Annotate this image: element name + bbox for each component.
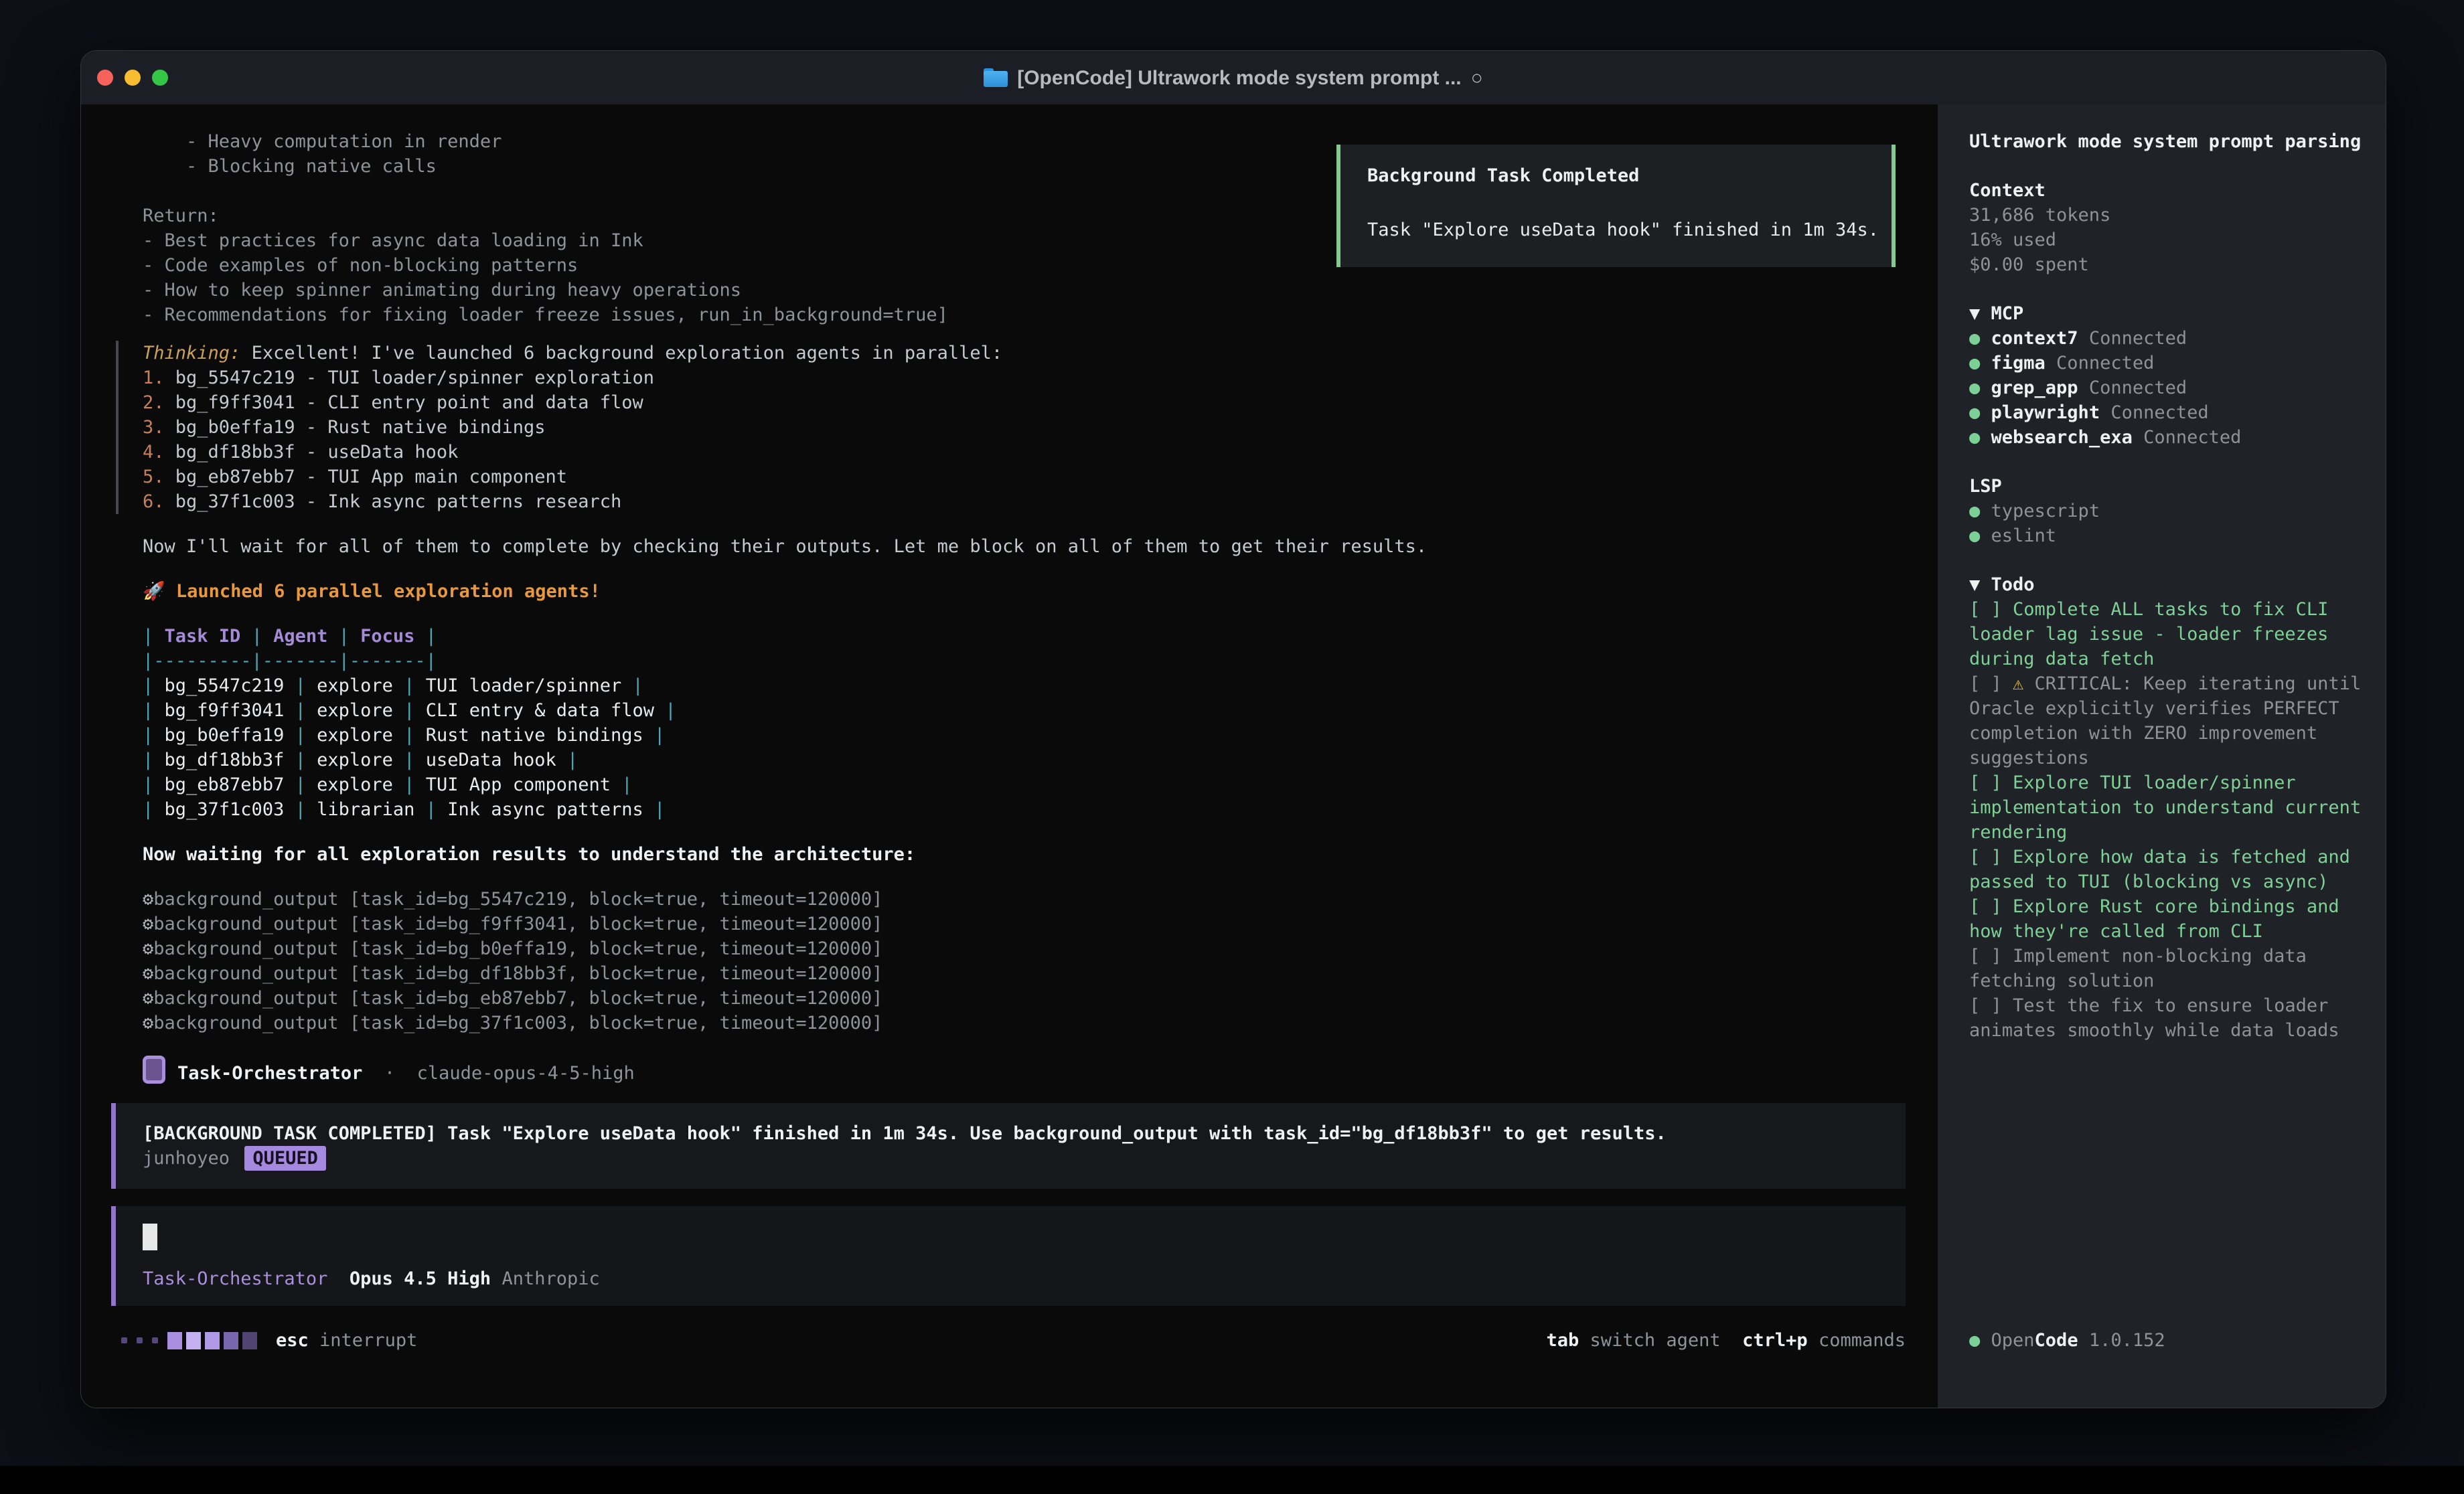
text-line: ▼ MCP: [1969, 301, 2367, 326]
input-agent-row: Task-Orchestrator Opus 4.5 High Anthropi…: [143, 1266, 1879, 1291]
text-line: [ ] ⚠ CRITICAL: Keep iterating until Ora…: [1969, 671, 2367, 770]
esc-hint: esc interrupt: [276, 1328, 417, 1353]
text-line: ● figma Connected: [1969, 351, 2367, 376]
zoom-button[interactable]: [152, 70, 168, 86]
text-line: Context: [1969, 178, 2367, 203]
text-cursor: [143, 1224, 157, 1250]
text-line: | bg_eb87ebb7 | explore | TUI App compon…: [143, 772, 1906, 797]
notification-title: Background Task Completed: [1367, 163, 1892, 188]
text-line: 4. bg_df18bb3f - useData hook: [143, 440, 1906, 465]
text-line: ⚙background_output [task_id=bg_eb87ebb7,…: [143, 986, 1906, 1011]
prompt-input-box[interactable]: Task-Orchestrator Opus 4.5 High Anthropi…: [111, 1206, 1906, 1306]
text-line: Background Task Completed: [1367, 163, 1892, 188]
context-section: Context31,686 tokens16% used$0.00 spent: [1969, 178, 2367, 277]
right-sidebar: Ultrawork mode system prompt parsing Con…: [1938, 104, 2386, 1408]
text-line: - How to keep spinner animating during h…: [143, 278, 1906, 303]
text-line: | Task ID | Agent | Focus |: [143, 624, 1906, 649]
folder-icon: [984, 68, 1008, 87]
text-line: [ ] Test the fix to ensure loader animat…: [1969, 993, 2367, 1043]
text-line: - Recommendations for fixing loader free…: [143, 303, 1906, 327]
thinking-block: Thinking: Excellent! I've launched 6 bac…: [116, 341, 1906, 514]
window-title-text: [OpenCode] Ultrawork mode system prompt …: [1017, 66, 1461, 90]
text-line: | bg_5547c219 | explore | TUI loader/spi…: [143, 673, 1906, 698]
text-line: |---------|-------|-------|: [143, 649, 1906, 673]
text-line: ● context7 Connected: [1969, 326, 2367, 351]
text-line: 2. bg_f9ff3041 - CLI entry point and dat…: [143, 390, 1906, 415]
text-line: | bg_37f1c003 | librarian | Ink async pa…: [143, 797, 1906, 822]
window-titlebar: [OpenCode] Ultrawork mode system prompt …: [81, 51, 2386, 104]
text-line: Now waiting for all exploration results …: [143, 842, 1906, 867]
text-line: ⚙background_output [task_id=bg_37f1c003,…: [143, 1011, 1906, 1035]
text-line: ● grep_app Connected: [1969, 376, 2367, 400]
terminal-window: [OpenCode] Ultrawork mode system prompt …: [80, 50, 2386, 1408]
text-line: 5. bg_eb87ebb7 - TUI App main component: [143, 465, 1906, 489]
keyboard-hints: tab switch agent ctrl+p commands: [1547, 1328, 1906, 1353]
status-bar: esc interrupt tab switch agent ctrl+p co…: [121, 1328, 1906, 1353]
text-line: ● OpenCode 1.0.152: [1969, 1328, 2165, 1353]
text-line: ● playwright Connected: [1969, 400, 2367, 425]
text-line: ● typescript: [1969, 499, 2367, 523]
opencode-version-footer: ● OpenCode 1.0.152: [1969, 1328, 2165, 1353]
window-title: [OpenCode] Ultrawork mode system prompt …: [984, 66, 1483, 90]
text-line: | bg_f9ff3041 | explore | CLI entry & da…: [143, 698, 1906, 723]
text-line: [ ] Implement non-blocking data fetching…: [1969, 944, 2367, 993]
text-line: Ultrawork mode system prompt parsing: [1969, 129, 2367, 154]
sidebar-title: Ultrawork mode system prompt parsing: [1969, 129, 2367, 154]
lsp-section: LSP● typescript● eslint: [1969, 474, 2367, 548]
background-task-completed-box: [BACKGROUND TASK COMPLETED] Task "Explor…: [111, 1103, 1906, 1189]
assistant-wait-text: Now I'll wait for all of them to complet…: [143, 534, 1906, 559]
text-line: 1. bg_5547c219 - TUI loader/spinner expl…: [143, 365, 1906, 390]
notification-body: Task "Explore useData hook" finished in …: [1367, 218, 1892, 242]
mcp-section[interactable]: ▼ MCP● context7 Connected● figma Connect…: [1969, 301, 2367, 450]
close-button[interactable]: [97, 70, 113, 86]
document-indicator-icon: ○: [1471, 66, 1483, 90]
traffic-lights: [97, 51, 168, 104]
working-spinner: [121, 1332, 257, 1349]
text-line: 31,686 tokens: [1969, 203, 2367, 228]
text-line: [ ] Complete ALL tasks to fix CLI loader…: [1969, 597, 2367, 671]
agents-table: | Task ID | Agent | Focus ||---------|--…: [143, 624, 1906, 822]
notification-toast: Background Task Completed Task "Explore …: [1336, 145, 1896, 267]
text-line: [ ] Explore Rust core bindings and how t…: [1969, 894, 2367, 944]
text-line: [BACKGROUND TASK COMPLETED] Task "Explor…: [143, 1121, 1879, 1146]
terminal-main-pane: - Heavy computation in render - Blocking…: [81, 104, 1938, 1408]
screen-bottom-strip: [0, 1466, 2464, 1494]
text-line: junhoyeo QUEUED: [143, 1146, 1879, 1171]
text-line: ● eslint: [1969, 523, 2367, 548]
text-line: 6. bg_37f1c003 - Ink async patterns rese…: [143, 489, 1906, 514]
text-line: ⚙background_output [task_id=bg_5547c219,…: [143, 887, 1906, 912]
tool-call-list: ⚙background_output [task_id=bg_5547c219,…: [143, 887, 1906, 1035]
text-line: $0.00 spent: [1969, 252, 2367, 277]
text-line: 3. bg_b0effa19 - Rust native bindings: [143, 415, 1906, 440]
minimize-button[interactable]: [125, 70, 141, 86]
text-line: Task "Explore useData hook" finished in …: [1367, 218, 1892, 242]
text-line: [ ] Explore TUI loader/spinner implement…: [1969, 770, 2367, 845]
todo-section[interactable]: ▼ Todo[ ] Complete ALL tasks to fix CLI …: [1969, 572, 2367, 1043]
agent-identity-line: Task-Orchestrator · claude-opus-4-5-high: [143, 1056, 1906, 1086]
text-line: | bg_b0effa19 | explore | Rust native bi…: [143, 723, 1906, 748]
text-line: [ ] Explore how data is fetched and pass…: [1969, 845, 2367, 894]
text-line: ⚙background_output [task_id=bg_df18bb3f,…: [143, 961, 1906, 986]
text-line: esc interrupt: [276, 1328, 417, 1353]
text-line: Now I'll wait for all of them to complet…: [143, 534, 1906, 559]
text-line: 16% used: [1969, 228, 2367, 252]
waiting-text: Now waiting for all exploration results …: [143, 842, 1906, 867]
text-line: ⚙background_output [task_id=bg_b0effa19,…: [143, 936, 1906, 961]
text-line: Task-Orchestrator Opus 4.5 High Anthropi…: [143, 1266, 1879, 1291]
text-line: | bg_df18bb3f | explore | useData hook |: [143, 748, 1906, 772]
text-line: Thinking: Excellent! I've launched 6 bac…: [143, 341, 1906, 365]
text-line: tab switch agent ctrl+p commands: [1547, 1328, 1906, 1353]
launch-banner: 🚀 Launched 6 parallel exploration agents…: [143, 579, 1906, 604]
text-line: 🚀 Launched 6 parallel exploration agents…: [143, 579, 1906, 604]
text-line: Task-Orchestrator · claude-opus-4-5-high: [143, 1056, 1906, 1086]
text-line: ⚙background_output [task_id=bg_f9ff3041,…: [143, 912, 1906, 936]
text-line: ● websearch_exa Connected: [1969, 425, 2367, 450]
text-line: ▼ Todo: [1969, 572, 2367, 597]
text-line: LSP: [1969, 474, 2367, 499]
